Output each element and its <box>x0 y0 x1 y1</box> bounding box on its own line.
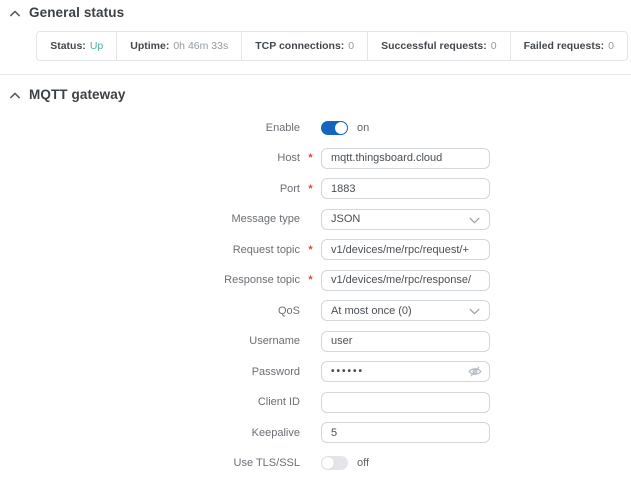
stat-value: 0 <box>491 40 497 52</box>
port-input[interactable] <box>321 178 490 199</box>
stat-value: 0 <box>348 40 354 52</box>
form-row-qos: QoS At most once (0) <box>0 300 631 321</box>
form-row-message-type: Message type JSON <box>0 209 631 230</box>
mqtt-gateway-form: Enable on Host * Port * Message type JSO… <box>0 117 631 474</box>
qos-select[interactable]: At most once (0) <box>321 300 490 321</box>
stat-successful-requests: Successful requests: 0 <box>367 32 509 60</box>
toggle-knob <box>322 457 334 469</box>
client-id-input[interactable] <box>321 392 490 413</box>
form-row-port: Port * <box>0 178 631 199</box>
field-label: Client ID <box>0 396 300 408</box>
general-status-header[interactable]: General status <box>0 0 631 20</box>
select-value: At most once (0) <box>331 305 412 317</box>
stat-label: TCP connections: <box>255 40 344 52</box>
stat-status: Status: Up <box>37 32 116 60</box>
form-row-tls: Use TLS/SSL off <box>0 453 631 474</box>
toggle-state-label: off <box>357 457 369 469</box>
toggle-state-label: on <box>357 122 369 134</box>
form-row-keepalive: Keepalive <box>0 422 631 443</box>
response-topic-input[interactable] <box>321 270 490 291</box>
collapse-chevron-icon <box>10 10 20 17</box>
form-row-password: Password <box>0 361 631 382</box>
password-input[interactable] <box>321 361 490 382</box>
enable-toggle[interactable] <box>321 121 348 135</box>
stat-value: Up <box>90 40 103 52</box>
field-label: QoS <box>0 305 300 317</box>
stat-uptime: Uptime: 0h 46m 33s <box>116 32 241 60</box>
mqtt-gateway-header[interactable]: MQTT gateway <box>0 75 631 102</box>
eye-slash-icon[interactable] <box>468 365 482 378</box>
message-type-select[interactable]: JSON <box>321 209 490 230</box>
toggle-knob <box>335 122 347 134</box>
stat-label: Uptime: <box>130 40 169 52</box>
form-row-enable: Enable on <box>0 117 631 138</box>
field-label: Response topic <box>0 274 300 286</box>
tls-toggle[interactable] <box>321 456 348 470</box>
select-value: JSON <box>331 213 360 225</box>
status-bar: Status: Up Uptime: 0h 46m 33s TCP connec… <box>36 31 628 61</box>
field-label: Use TLS/SSL <box>0 457 300 469</box>
stat-failed-requests: Failed requests: 0 <box>510 32 627 60</box>
field-label: Keepalive <box>0 427 300 439</box>
chevron-down-icon <box>469 217 480 224</box>
field-label: Host <box>0 152 300 164</box>
keepalive-input[interactable] <box>321 422 490 443</box>
form-row-response-topic: Response topic * <box>0 270 631 291</box>
settings-page: General status Status: Up Uptime: 0h 46m… <box>0 0 631 474</box>
field-label: Password <box>0 366 300 378</box>
username-input[interactable] <box>321 331 490 352</box>
field-label: Enable <box>0 122 300 134</box>
form-row-host: Host * <box>0 148 631 169</box>
field-label: Message type <box>0 213 300 225</box>
status-bar-wrap: Status: Up Uptime: 0h 46m 33s TCP connec… <box>0 31 631 61</box>
required-asterisk: * <box>300 274 321 286</box>
form-row-request-topic: Request topic * <box>0 239 631 260</box>
required-asterisk: * <box>300 152 321 164</box>
password-field-wrap <box>321 361 490 382</box>
mqtt-gateway-title: MQTT gateway <box>29 87 125 102</box>
stat-value: 0h 46m 33s <box>173 40 228 52</box>
stat-value: 0 <box>608 40 614 52</box>
chevron-down-icon <box>469 308 480 315</box>
required-asterisk: * <box>300 244 321 256</box>
field-label: Port <box>0 183 300 195</box>
form-row-username: Username <box>0 331 631 352</box>
stat-label: Status: <box>50 40 86 52</box>
form-row-client-id: Client ID <box>0 392 631 413</box>
general-status-title: General status <box>29 5 124 20</box>
required-asterisk: * <box>300 183 321 195</box>
stat-label: Successful requests: <box>381 40 487 52</box>
collapse-chevron-icon <box>10 92 20 99</box>
field-label: Username <box>0 335 300 347</box>
host-input[interactable] <box>321 148 490 169</box>
field-label: Request topic <box>0 244 300 256</box>
request-topic-input[interactable] <box>321 239 490 260</box>
stat-tcp-connections: TCP connections: 0 <box>241 32 367 60</box>
stat-label: Failed requests: <box>524 40 605 52</box>
